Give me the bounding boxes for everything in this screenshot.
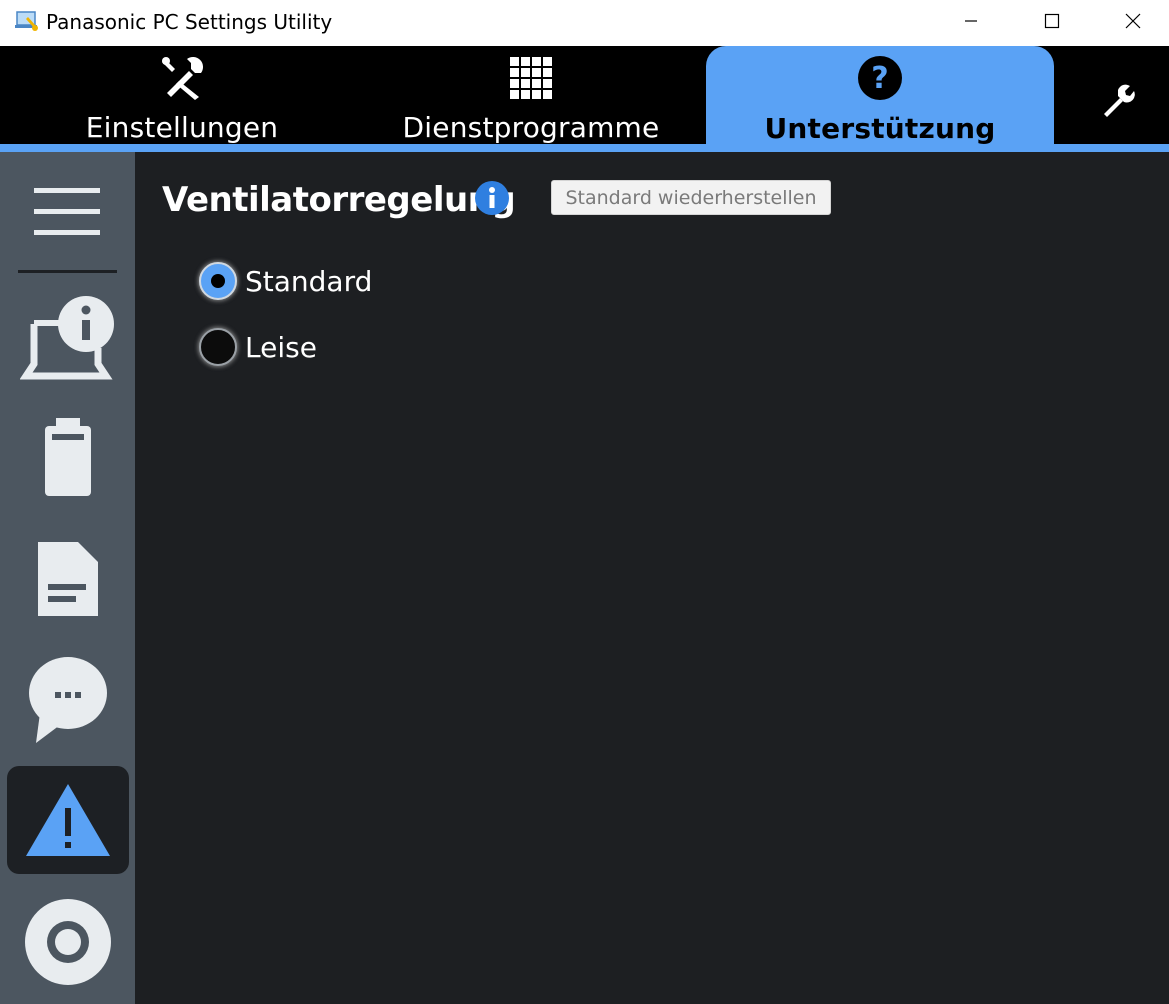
maximize-icon (1044, 13, 1060, 29)
radio-leise-circle[interactable] (199, 328, 237, 366)
sidebar-item-disc[interactable] (0, 888, 135, 996)
tab-bar: Einstellungen Dienstprogramme ? Unterstü… (0, 46, 1169, 152)
app-laptop-icon (15, 11, 38, 31)
tab-dienstprogramme[interactable]: Dienstprogramme (357, 46, 705, 144)
tab-einstellungen-label: Einstellungen (85, 111, 279, 144)
tab-dienstprogramme-label: Dienstprogramme (402, 111, 660, 144)
question-icon: ? (858, 56, 902, 100)
close-icon (1125, 13, 1141, 29)
radio-leise-label: Leise (245, 330, 317, 364)
info-icon[interactable] (474, 180, 510, 216)
radio-leise[interactable]: Leise (199, 328, 317, 366)
sidebar-item-warning[interactable] (7, 766, 129, 874)
battery-icon (44, 418, 91, 496)
radio-standard-label: Standard (245, 264, 373, 298)
wrench-icon[interactable] (1094, 82, 1138, 118)
document-icon (37, 542, 98, 616)
tab-unterstuetzung[interactable]: ? Unterstützung (706, 46, 1054, 152)
radio-standard[interactable]: Standard (199, 262, 372, 300)
sidebar-item-document[interactable] (0, 524, 135, 632)
close-button[interactable] (1110, 0, 1156, 42)
grid-icon (510, 56, 552, 99)
restore-defaults-button[interactable]: Standard wiederherstellen (551, 180, 831, 215)
disc-icon (24, 899, 111, 985)
maximize-button[interactable] (1029, 0, 1075, 42)
window-title: Panasonic PC Settings Utility (46, 10, 333, 34)
svg-text:?: ? (871, 61, 888, 96)
hamburger-icon[interactable] (22, 182, 114, 242)
sidebar-item-messages[interactable] (0, 646, 135, 754)
laptop-info-icon (19, 296, 114, 380)
minimize-icon (965, 20, 977, 22)
sidebar-divider (18, 270, 117, 273)
page-title: Ventilatorregelung (162, 180, 516, 220)
tab-einstellungen[interactable]: Einstellungen (8, 46, 356, 144)
main-content: Ventilatorregelung Standard wiederherste… (135, 152, 1169, 1004)
minimize-button[interactable] (948, 0, 994, 42)
chat-bubble-icon (28, 657, 107, 743)
warning-icon (26, 784, 110, 856)
tab-unterstuetzung-label: Unterstützung (764, 112, 996, 145)
sidebar-item-battery[interactable] (0, 402, 135, 510)
sidebar-item-pc-info[interactable] (0, 280, 135, 388)
radio-standard-circle[interactable] (199, 262, 237, 300)
title-bar: Panasonic PC Settings Utility (0, 0, 1169, 46)
sidebar (0, 152, 135, 1004)
tools-icon (162, 56, 203, 100)
tab-underline (0, 144, 1169, 152)
